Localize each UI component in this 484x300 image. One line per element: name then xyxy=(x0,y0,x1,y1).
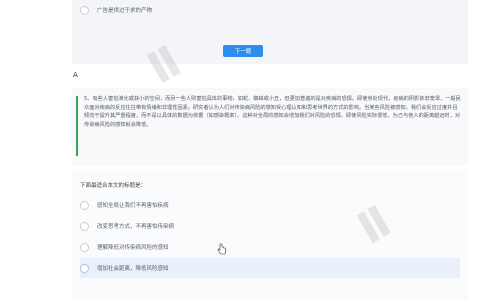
radio-button[interactable] xyxy=(80,242,89,252)
previous-option-row[interactable]: 广告是供过于求的产物 xyxy=(80,0,460,20)
radio-button[interactable] xyxy=(80,221,89,231)
option-row-2[interactable]: 改变思考方式，不再害怕传染病 xyxy=(80,216,460,236)
option-label: 理解降低对传染病风险的感知 xyxy=(97,245,169,251)
quiz-page: 广告是供过于求的产物 下一题 A 5、有些人害怕演化或获小的空间，而另一些人则害… xyxy=(0,0,484,300)
option-label: 改变思考方式，不再害怕传染病 xyxy=(97,224,175,230)
option-label: 增加社会距离，降低风险感知 xyxy=(97,266,169,272)
hand-cursor-icon xyxy=(217,243,227,255)
option-row-1[interactable]: 感知全局让我们不再害怕疾病 xyxy=(80,195,460,215)
question-accent-bar xyxy=(76,96,78,156)
next-question-button[interactable]: 下一题 xyxy=(223,45,263,57)
option-label: 感知全局让我们不再害怕疾病 xyxy=(97,203,169,209)
question-text: 5、有些人害怕演化或获小的空间，而另一些人则害怕具体的事物，如蛇、蜘蛛或小丑，但… xyxy=(84,96,461,128)
radio-button[interactable] xyxy=(80,263,89,273)
radio-button[interactable] xyxy=(80,5,89,15)
question-prompt: 下面最适合本文的标题是： xyxy=(80,183,147,189)
option-row-4[interactable]: 增加社会距离，降低风险感知 xyxy=(80,258,460,278)
section-letter: A xyxy=(73,71,78,79)
radio-button[interactable] xyxy=(80,200,89,210)
option-label: 广告是供过于求的产物 xyxy=(97,8,153,14)
option-row-3[interactable]: 理解降低对传染病风险的感知 xyxy=(80,237,460,257)
